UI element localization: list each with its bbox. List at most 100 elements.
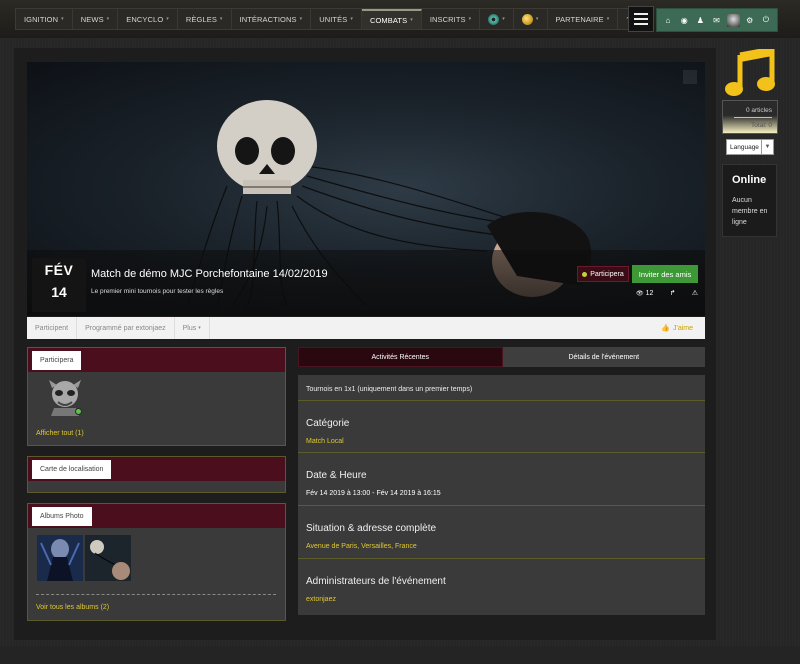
details-intro-row: Tournois en 1x1 (uniquement dans un prem… <box>298 375 705 401</box>
participants-box: Participera Afficher tout (1) <box>27 347 286 446</box>
show-all-participants-link[interactable]: Afficher tout (1) <box>36 430 84 437</box>
views-counter: 👁 12 <box>636 289 654 297</box>
nav-item-encyclo[interactable]: ENCYCLO ▾ <box>118 9 178 29</box>
status-dot <box>582 271 588 277</box>
chevron-down-icon: ▾ <box>61 16 64 22</box>
details-category-row: Catégorie Match Local <box>298 401 705 453</box>
event-date-box: FÉV 14 <box>32 258 86 312</box>
chevron-down-icon: ▾ <box>410 17 413 23</box>
mail-icon[interactable]: ✉ <box>710 16 722 25</box>
language-select[interactable]: Language ▼ <box>726 139 774 155</box>
divider <box>734 117 772 118</box>
event-tabs: Activités Récentes Détails de l'événemen… <box>298 347 705 367</box>
box-header: Participera <box>28 348 285 372</box>
event-subtitle: Le premier mini tournois pour tester les… <box>91 288 224 295</box>
tab-recent-activities[interactable]: Activités Récentes <box>298 347 503 367</box>
thumbs-up-icon: 👍 <box>661 325 670 332</box>
nav-item-inscrits[interactable]: INSCRITS ▾ <box>422 9 481 29</box>
online-members-box: Online Aucun membre en ligne <box>722 164 777 237</box>
date-title: Date & Heure <box>306 470 367 481</box>
nav-item-interactions[interactable]: INTÉRACTIONS ▾ <box>232 9 312 29</box>
online-status-dot <box>75 408 82 415</box>
gear-icon[interactable]: ⚙ <box>744 16 756 25</box>
hamburger-line <box>634 13 648 15</box>
event-title: Match de démo MJC Porchefontaine 14/02/2… <box>91 268 328 280</box>
details-admins-row: Administrateurs de l'événement extonjaez <box>298 559 705 615</box>
event-subnav: Participent Programmé par extonjaez Plus… <box>27 317 705 339</box>
nav-item-news[interactable]: NEWS ▾ <box>73 9 119 29</box>
participants-tab[interactable]: Participera <box>32 351 82 370</box>
chevron-down-icon: ▾ <box>606 16 610 22</box>
nav-item-eye[interactable]: ▾ <box>480 9 514 29</box>
coin-icon <box>521 13 533 25</box>
details-date-row: Date & Heure Fév 14 2019 à 13:00 - Fév 1… <box>298 453 705 506</box>
participate-button[interactable]: Participera <box>577 266 629 282</box>
nav-item-coin[interactable]: ▾ <box>514 9 548 29</box>
chevron-down-icon: ▾ <box>299 16 303 22</box>
chevron-down-icon: ▾ <box>166 16 169 22</box>
see-all-albums-link[interactable]: Voir tous les albums (2) <box>36 604 109 611</box>
report-icon[interactable]: ⚠ <box>692 289 698 297</box>
admins-title: Administrateurs de l'événement <box>306 576 446 587</box>
category-title: Catégorie <box>306 418 350 429</box>
articles-total: Total: 0 <box>751 122 772 129</box>
power-icon[interactable]: ⏻ <box>760 15 772 25</box>
admins-value[interactable]: extonjaez <box>306 596 336 603</box>
albums-tab[interactable]: Albums Photo <box>32 507 92 526</box>
chevron-down-icon: ▾ <box>219 16 223 22</box>
user-icon[interactable]: ♟ <box>694 16 706 25</box>
box-header: Carte de localisation <box>28 457 285 481</box>
articles-count: 0 articles <box>745 107 772 114</box>
photo-albums-box: Albums Photo Voir tous les albums (2) <box>27 503 286 621</box>
nav-item-partenaire[interactable]: PARTENAIRE ▾ <box>548 9 619 29</box>
bottom-strip <box>0 646 800 664</box>
details-address-row: Situation & adresse complète Avenue de P… <box>298 506 705 559</box>
nav-item-unites[interactable]: UNITÉS ▾ <box>311 9 362 29</box>
event-details-panel: Tournois en 1x1 (uniquement dans un prem… <box>298 375 705 615</box>
like-button[interactable]: 👍 J'aime <box>661 324 705 333</box>
category-value[interactable]: Match Local <box>306 438 344 445</box>
home-icon[interactable]: ⌂ <box>662 16 674 25</box>
event-day: 14 <box>51 284 67 300</box>
online-members-text: Aucun membre en ligne <box>732 197 768 226</box>
globe-icon[interactable]: ◉ <box>678 16 690 25</box>
subnav-organizer[interactable]: Programmé par extonjaez <box>77 317 175 339</box>
hamburger-line <box>634 18 648 20</box>
subnav-participants[interactable]: Participent <box>27 317 78 339</box>
address-title: Situation & adresse complète <box>306 523 437 534</box>
articles-box: 0 articles Total: 0 <box>722 100 778 134</box>
album-thumbnail[interactable] <box>37 535 83 581</box>
event-stats: 👁 12 ↱ ⚠ <box>636 288 698 298</box>
event-month: FÉV <box>44 262 74 278</box>
chevron-down-icon: ▾ <box>198 325 201 331</box>
chevron-down-icon: ▾ <box>350 16 353 22</box>
cover-corner-button[interactable] <box>683 70 697 84</box>
music-note-icon[interactable] <box>724 49 776 97</box>
chevron-down-icon: ▼ <box>761 140 773 154</box>
online-title: Online <box>732 174 767 186</box>
nav-item-ignition[interactable]: IGNITION ▾ <box>16 9 73 29</box>
invite-friends-button[interactable]: Inviter des amis <box>632 265 698 283</box>
nav-item-regles[interactable]: RÈGLES ▾ <box>178 9 232 29</box>
date-value: Fév 14 2019 à 13:00 - Fév 14 2019 à 16:1… <box>306 490 441 497</box>
box-header: Albums Photo <box>28 504 285 528</box>
eye-icon: 👁 <box>636 290 644 297</box>
map-tab[interactable]: Carte de localisation <box>32 460 112 479</box>
chevron-down-icon: ▾ <box>106 16 110 22</box>
cover-info-bar <box>27 250 705 316</box>
tab-event-details[interactable]: Détails de l'événement <box>502 347 705 367</box>
hamburger-line <box>634 23 648 25</box>
main-navigation: IGNITION ▾ NEWS ▾ ENCYCLO ▾ RÈGLES ▾ INTÉRAC… <box>15 8 647 30</box>
avatar[interactable] <box>726 13 740 27</box>
address-value[interactable]: Avenue de Paris, Versailles, France <box>306 543 417 550</box>
event-description: Tournois en 1x1 (uniquement dans un prem… <box>306 386 473 393</box>
chevron-down-icon: ▾ <box>468 16 472 22</box>
location-map-box: Carte de localisation <box>27 456 286 493</box>
eye-icon <box>488 13 500 25</box>
hamburger-menu-button[interactable] <box>628 6 654 32</box>
share-icon[interactable]: ↱ <box>670 289 676 297</box>
nav-item-combats[interactable]: COMBATS ▾ <box>361 9 422 29</box>
chevron-down-icon: ▾ <box>535 16 539 22</box>
subnav-more[interactable]: Plus ▾ <box>175 317 210 339</box>
album-thumbnail[interactable] <box>85 535 131 581</box>
